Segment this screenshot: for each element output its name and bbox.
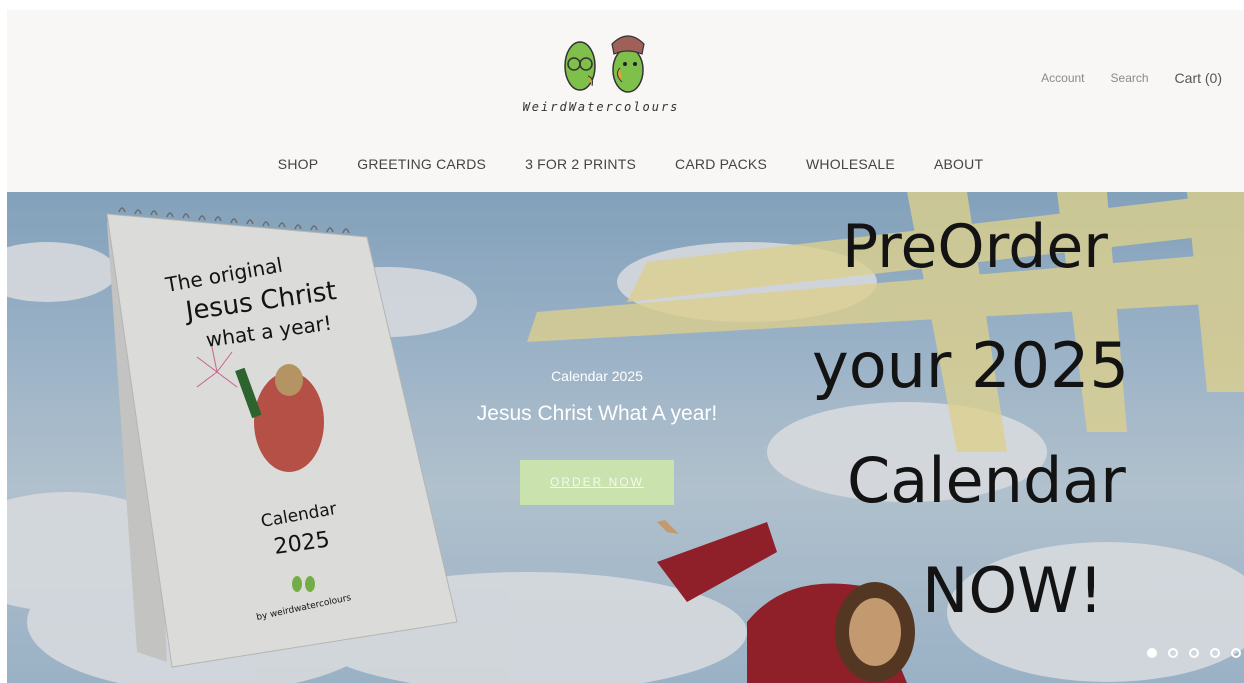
page: WeirdWatercolours Account Search Cart (0… — [7, 10, 1244, 683]
nav-item-about[interactable]: ABOUT — [934, 156, 983, 172]
slide-dots — [1147, 648, 1241, 658]
logo-text: WeirdWatercolours — [522, 100, 680, 114]
site-header: WeirdWatercolours Account Search Cart (0… — [7, 10, 1244, 192]
main-nav: SHOP GREETING CARDS 3 FOR 2 PRINTS CARD … — [7, 156, 1244, 172]
search-link[interactable]: Search — [1111, 71, 1149, 85]
logo-beans-icon — [564, 35, 645, 93]
slide-dot-5[interactable] — [1231, 648, 1241, 658]
cart-link[interactable]: Cart (0) — [1175, 70, 1222, 86]
hero-subtitle: Calendar 2025 — [551, 368, 643, 384]
site-logo[interactable]: WeirdWatercolours — [504, 26, 698, 122]
header-actions: Account Search Cart (0) — [1041, 70, 1222, 86]
slide-dot-1[interactable] — [1147, 648, 1157, 658]
nav-item-greeting-cards[interactable]: GREETING CARDS — [357, 156, 486, 172]
slide-dot-2[interactable] — [1168, 648, 1178, 658]
hero-slideshow[interactable]: The original Jesus Christ what a year! C… — [7, 192, 1244, 683]
nav-item-wholesale[interactable]: WHOLESALE — [806, 156, 895, 172]
slide-dot-3[interactable] — [1189, 648, 1199, 658]
hero-title: Jesus Christ What A year! — [476, 402, 718, 425]
nav-item-3-for-2-prints[interactable]: 3 FOR 2 PRINTS — [525, 156, 636, 172]
account-link[interactable]: Account — [1041, 71, 1084, 85]
hero-caption: Calendar 2025 Jesus Christ What A year! … — [447, 368, 747, 505]
nav-item-shop[interactable]: SHOP — [278, 156, 318, 172]
order-now-button[interactable]: ORDER NOW — [520, 460, 674, 505]
nav-item-card-packs[interactable]: CARD PACKS — [675, 156, 767, 172]
slide-dot-4[interactable] — [1210, 648, 1220, 658]
